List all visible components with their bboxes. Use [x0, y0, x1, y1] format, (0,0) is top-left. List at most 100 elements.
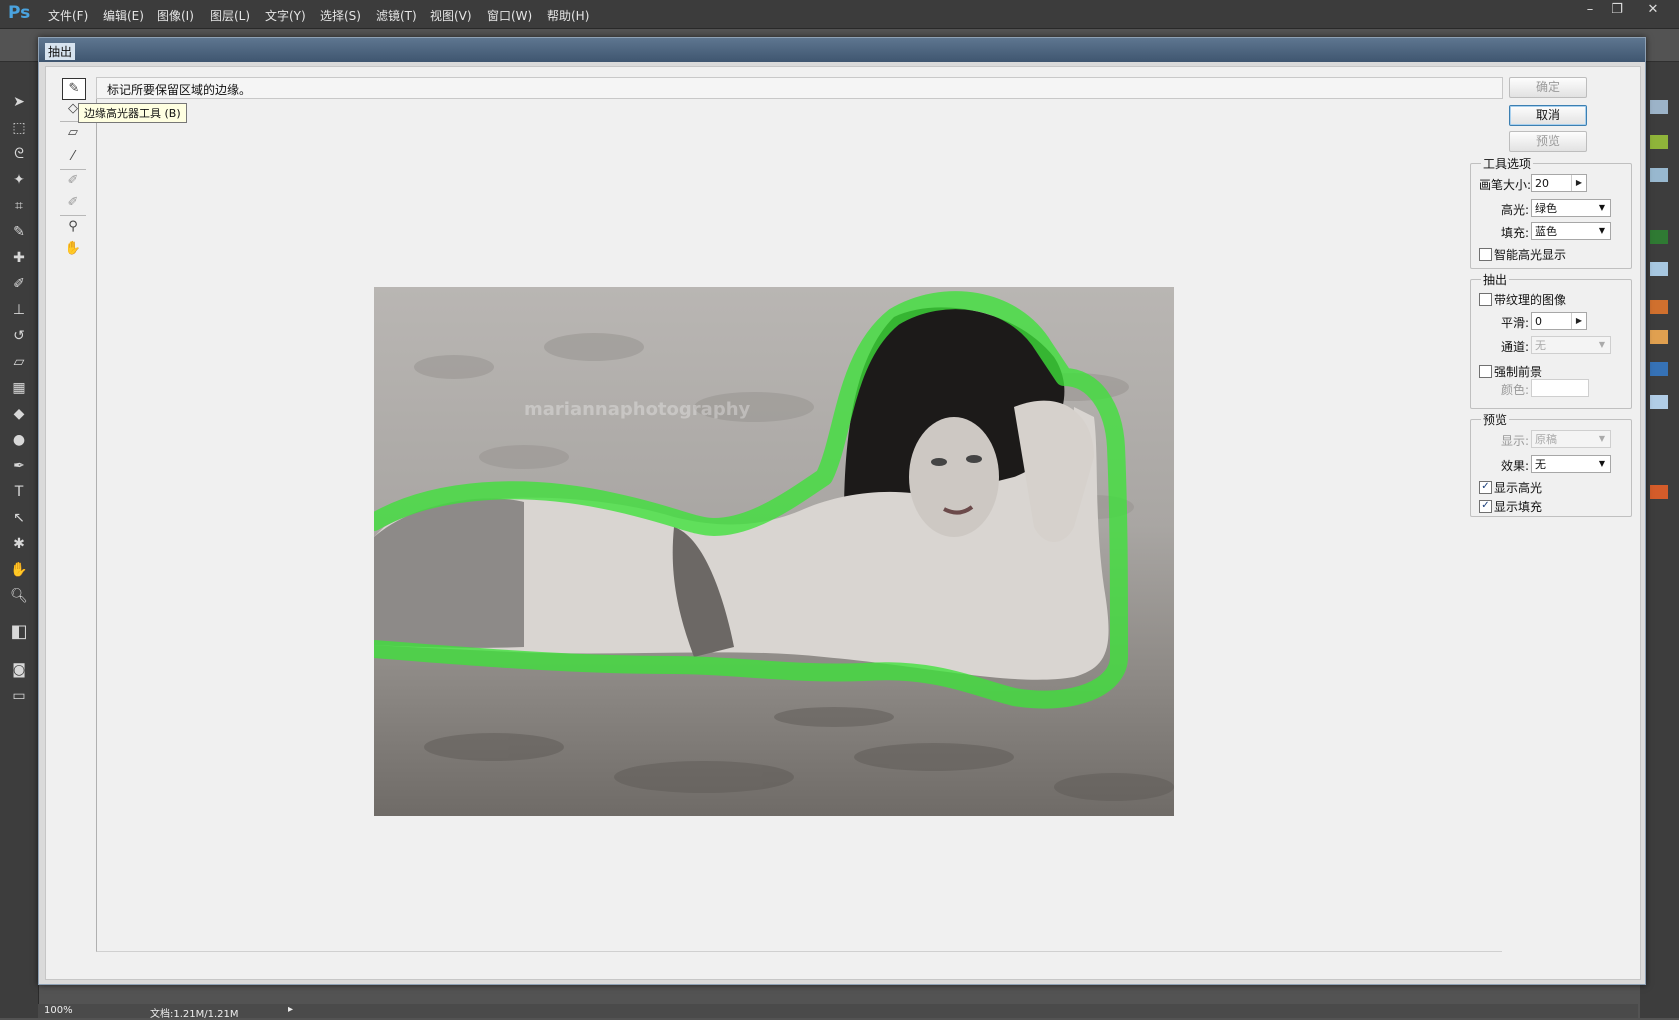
preview-title: 预览: [1481, 411, 1510, 428]
menu-type[interactable]: 文字(Y): [265, 7, 306, 24]
extraction-title: 抽出: [1481, 271, 1510, 288]
panel-swatch[interactable]: [1650, 100, 1668, 114]
stamp-tool-icon[interactable]: ⊥: [8, 300, 30, 320]
tool-options-group: 工具选项 画笔大小: 20 ▶ 高光: 绿色 ▼ 填充: 蓝色 ▼ 智能高光显示: [1470, 155, 1632, 269]
fill-value: 蓝色: [1535, 225, 1557, 238]
restore-icon[interactable]: ❐: [1604, 0, 1630, 20]
smooth-label: 平滑:: [1501, 316, 1530, 330]
eraser-tool-icon[interactable]: ▱: [62, 123, 84, 143]
show-highlight-checkbox[interactable]: ✓: [1479, 481, 1492, 494]
chevron-down-icon: ▼: [1598, 340, 1606, 349]
eraser-tool-icon[interactable]: ▱: [8, 352, 30, 372]
edge-highlighter-tool-icon[interactable]: ✎: [62, 78, 86, 100]
quick-mask-icon[interactable]: ◙: [8, 660, 30, 680]
panel-swatch[interactable]: [1650, 168, 1668, 182]
menu-view[interactable]: 视图(V): [430, 7, 472, 24]
tool-options-title: 工具选项: [1481, 155, 1534, 172]
brush-size-value: 20: [1535, 177, 1549, 190]
textured-image-checkbox[interactable]: [1479, 293, 1492, 306]
tool-separator: [60, 215, 86, 216]
preview-button[interactable]: 预览: [1509, 131, 1587, 152]
close-icon[interactable]: ✕: [1640, 0, 1666, 20]
path-select-icon[interactable]: ↖: [8, 508, 30, 528]
menu-window[interactable]: 窗口(W): [487, 7, 532, 24]
move-tool-icon[interactable]: ➤: [8, 92, 30, 112]
ok-button[interactable]: 确定: [1509, 77, 1587, 98]
zoom-tool-icon[interactable]: 🔍︎: [8, 586, 30, 606]
pen-tool-icon[interactable]: ✒: [8, 456, 30, 476]
panel-swatch[interactable]: [1650, 262, 1668, 276]
slider-arrow-icon[interactable]: ▶: [1571, 313, 1586, 329]
slider-arrow-icon[interactable]: ▶: [1571, 175, 1586, 191]
minimize-icon[interactable]: –: [1577, 0, 1603, 20]
history-brush-icon[interactable]: ↺: [8, 326, 30, 346]
menu-filter[interactable]: 滤镜(T): [376, 7, 417, 24]
tool-tooltip: 边缘高光器工具 (B): [78, 103, 187, 123]
color-label: 颜色:: [1501, 383, 1530, 397]
marquee-tool-icon[interactable]: ⬚: [8, 118, 30, 138]
panel-swatch[interactable]: [1650, 395, 1668, 409]
menu-select[interactable]: 选择(S): [320, 7, 361, 24]
brush-tool-icon[interactable]: ✐: [8, 274, 30, 294]
menu-layer[interactable]: 图层(L): [210, 7, 250, 24]
smart-highlight-checkbox[interactable]: [1479, 248, 1492, 261]
eyedropper-tool-icon[interactable]: ⁄: [62, 147, 84, 167]
preview-group: 预览 显示: 原稿 ▼ 效果: 无 ▼ ✓ 显示高光 ✓ 显示填充: [1470, 411, 1632, 517]
dodge-tool-icon[interactable]: ●: [8, 430, 30, 450]
panel-swatch[interactable]: [1650, 230, 1668, 244]
show-select[interactable]: 原稿 ▼: [1531, 430, 1611, 448]
zoom-tool-icon[interactable]: ⚲: [62, 217, 84, 237]
dialog-titlebar[interactable]: 抽出: [39, 38, 1645, 62]
color-swatches-icon[interactable]: ◧: [8, 622, 30, 642]
fill-label: 填充:: [1501, 226, 1530, 240]
type-tool-icon[interactable]: T: [8, 482, 30, 502]
menu-bar: Ps 文件(F) 编辑(E) 图像(I) 图层(L) 文字(Y) 选择(S) 滤…: [0, 0, 1679, 29]
channel-select[interactable]: 无 ▼: [1531, 336, 1611, 354]
panel-swatch[interactable]: [1650, 362, 1668, 376]
crop-tool-icon[interactable]: ⌗: [8, 196, 30, 216]
magic-wand-icon[interactable]: ✦: [8, 170, 30, 190]
lasso-tool-icon[interactable]: ᘓ: [8, 144, 30, 164]
cancel-button[interactable]: 取消: [1509, 105, 1587, 126]
blur-tool-icon[interactable]: ◆: [8, 404, 30, 424]
menu-help[interactable]: 帮助(H): [547, 7, 589, 24]
hint-bar: 标记所要保留区域的边缘。: [96, 77, 1503, 99]
preview-image[interactable]: mariannaphotography: [374, 287, 1174, 816]
show-fill-checkbox[interactable]: ✓: [1479, 500, 1492, 513]
smart-highlight-label: 智能高光显示: [1494, 248, 1567, 262]
textured-image-label: 带纹理的图像: [1494, 293, 1567, 307]
force-foreground-checkbox[interactable]: [1479, 365, 1492, 378]
effect-select[interactable]: 无 ▼: [1531, 455, 1611, 473]
menu-image[interactable]: 图像(I): [157, 7, 194, 24]
healing-brush-icon[interactable]: ✚: [8, 248, 30, 268]
channel-value: 无: [1535, 339, 1546, 352]
panel-swatch[interactable]: [1650, 135, 1668, 149]
brush-size-label: 画笔大小:: [1479, 178, 1532, 192]
menu-file[interactable]: 文件(F): [48, 7, 88, 24]
panel-swatch[interactable]: [1650, 300, 1668, 314]
panel-swatch[interactable]: [1650, 330, 1668, 344]
hand-tool-icon[interactable]: ✋: [62, 239, 84, 259]
cleanup-tool-icon[interactable]: ✐: [62, 171, 84, 191]
edge-touchup-tool-icon[interactable]: ✐: [62, 193, 84, 213]
highlight-select[interactable]: 绿色 ▼: [1531, 199, 1611, 217]
status-arrow-icon[interactable]: ▸: [288, 1004, 293, 1015]
smooth-input[interactable]: 0 ▶: [1531, 312, 1587, 330]
panel-swatch[interactable]: [1650, 485, 1668, 499]
hand-tool-icon[interactable]: ✋: [8, 560, 30, 580]
chevron-down-icon: ▼: [1598, 459, 1606, 468]
photo-watermark: mariannaphotography: [524, 399, 751, 420]
menu-edit[interactable]: 编辑(E): [103, 7, 144, 24]
fill-select[interactable]: 蓝色 ▼: [1531, 222, 1611, 240]
shape-tool-icon[interactable]: ✱: [8, 534, 30, 554]
gradient-tool-icon[interactable]: ▦: [8, 378, 30, 398]
hint-text: 标记所要保留区域的边缘。: [107, 83, 252, 97]
status-bar: 100% 文档:1.21M/1.21M ▸: [38, 1004, 1638, 1020]
force-foreground-label: 强制前景: [1494, 365, 1543, 379]
channel-label: 通道:: [1501, 340, 1530, 354]
screen-mode-icon[interactable]: ▭: [8, 686, 30, 706]
chevron-down-icon: ▼: [1598, 434, 1606, 443]
color-swatch-field[interactable]: [1531, 379, 1589, 397]
brush-size-input[interactable]: 20 ▶: [1531, 174, 1587, 192]
eyedropper-tool-icon[interactable]: ✎: [8, 222, 30, 242]
